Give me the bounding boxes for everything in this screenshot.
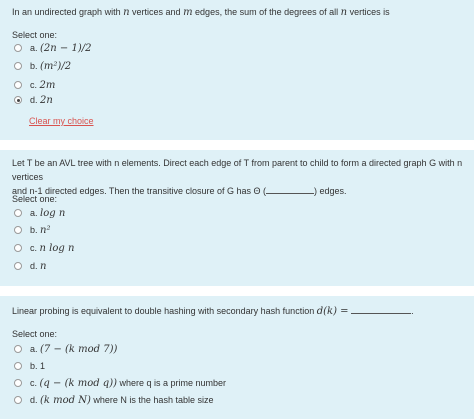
radio-button[interactable]	[14, 209, 22, 217]
clear-choice-link[interactable]: Clear my choice	[29, 116, 94, 126]
question-text: Linear probing is equivalent to double h…	[12, 304, 466, 319]
option-label: c. 2m	[30, 80, 55, 91]
option-math: n	[40, 260, 47, 272]
question-text: In an undirected graph with n vertices a…	[12, 5, 466, 20]
option-label: d. (k mod N) where N is the hash table s…	[30, 395, 213, 406]
option-a[interactable]: a. (7 − (k mod 7))	[14, 342, 117, 356]
radio-button-selected[interactable]	[14, 96, 22, 104]
option-math: n²	[40, 224, 51, 236]
select-one-label: Select one:	[12, 329, 58, 339]
separator	[0, 140, 474, 150]
option-c[interactable]: c. n log n	[14, 241, 74, 255]
option-prefix: a.	[30, 207, 38, 218]
option-prefix: c.	[30, 242, 38, 253]
select-one-label: Select one:	[12, 30, 58, 40]
option-prefix: d.	[30, 94, 38, 105]
option-label: c. n log n	[30, 243, 74, 254]
select-one-label: Select one:	[12, 194, 58, 204]
option-b[interactable]: b. 1	[14, 359, 45, 373]
option-d[interactable]: d. 2n	[14, 93, 53, 107]
option-math: 2n	[40, 94, 53, 106]
option-d[interactable]: d. n	[14, 259, 46, 273]
radio-button[interactable]	[14, 345, 22, 353]
option-label: b. 1	[30, 361, 45, 372]
question-text-part: In an undirected graph with	[12, 7, 124, 17]
option-label: a. (7 − (k mod 7))	[30, 344, 117, 355]
option-label: a. (2n − 1)/2	[30, 43, 91, 54]
radio-button[interactable]	[14, 362, 22, 370]
option-suffix: where N is the hash table size	[90, 394, 214, 405]
option-b[interactable]: b. n²	[14, 223, 50, 237]
option-label: d. 2n	[30, 95, 53, 106]
question-text-line: and n-1 directed edges. Then the transit…	[12, 184, 466, 198]
option-label: b. n²	[30, 225, 50, 236]
option-suffix: 1	[40, 360, 46, 371]
option-prefix: a.	[30, 343, 38, 354]
option-math: 2m	[39, 79, 56, 91]
radio-button[interactable]	[14, 44, 22, 52]
option-prefix: b.	[30, 360, 38, 371]
option-prefix: c.	[30, 377, 38, 388]
option-math: n log n	[39, 242, 75, 254]
option-prefix: d.	[30, 394, 38, 405]
radio-button[interactable]	[14, 244, 22, 252]
option-c[interactable]: c. 2m	[14, 78, 55, 92]
question-text-part: vertices and	[129, 7, 184, 17]
radio-button[interactable]	[14, 396, 22, 404]
radio-button[interactable]	[14, 226, 22, 234]
option-prefix: c.	[30, 79, 38, 90]
option-label: c. (q − (k mod q)) where q is a prime nu…	[30, 378, 226, 389]
separator	[0, 286, 474, 296]
question-text: Let T be an AVL tree with n elements. Di…	[12, 156, 466, 198]
option-prefix: b.	[30, 224, 38, 235]
question-text-part: .	[411, 306, 414, 316]
math-expression: d(k) =	[316, 306, 349, 317]
option-math: (k mod N)	[40, 394, 91, 406]
question-card-3: Linear probing is equivalent to double h…	[0, 296, 474, 419]
answer-blank	[351, 305, 412, 314]
option-prefix: b.	[30, 60, 38, 71]
radio-button[interactable]	[14, 262, 22, 270]
option-math: (7 − (k mod 7))	[40, 343, 118, 355]
option-math: (m²)/2	[40, 60, 72, 72]
answer-blank	[265, 185, 314, 194]
option-c[interactable]: c. (q − (k mod q)) where q is a prime nu…	[14, 376, 226, 390]
question-text-part: Linear probing is equivalent to double h…	[12, 306, 317, 316]
option-label: d. n	[30, 261, 46, 272]
option-label: b. (m²)/2	[30, 61, 71, 72]
question-card-1: In an undirected graph with n vertices a…	[0, 0, 474, 140]
option-d[interactable]: d. (k mod N) where N is the hash table s…	[14, 393, 213, 407]
option-a[interactable]: a. log n	[14, 206, 65, 220]
question-card-2: Let T be an AVL tree with n elements. Di…	[0, 150, 474, 286]
question-text-line: Let T be an AVL tree with n elements. Di…	[12, 158, 463, 182]
option-prefix: d.	[30, 260, 38, 271]
radio-button[interactable]	[14, 62, 22, 70]
option-label: a. log n	[30, 208, 65, 219]
question-text-part: edges, the sum of the degrees of all	[192, 7, 341, 17]
option-math: (2n − 1)/2	[40, 42, 92, 54]
question-text-part: ) edges.	[313, 186, 347, 196]
option-prefix: a.	[30, 42, 38, 53]
radio-button[interactable]	[14, 81, 22, 89]
option-math: (q − (k mod q))	[39, 377, 117, 389]
radio-button[interactable]	[14, 379, 22, 387]
question-text-part: vertices is	[347, 7, 390, 17]
math-variable: m	[183, 7, 193, 18]
option-math: log n	[40, 207, 66, 219]
option-suffix: where q is a prime number	[117, 377, 227, 388]
option-a[interactable]: a. (2n − 1)/2	[14, 41, 91, 55]
option-b[interactable]: b. (m²)/2	[14, 59, 71, 73]
